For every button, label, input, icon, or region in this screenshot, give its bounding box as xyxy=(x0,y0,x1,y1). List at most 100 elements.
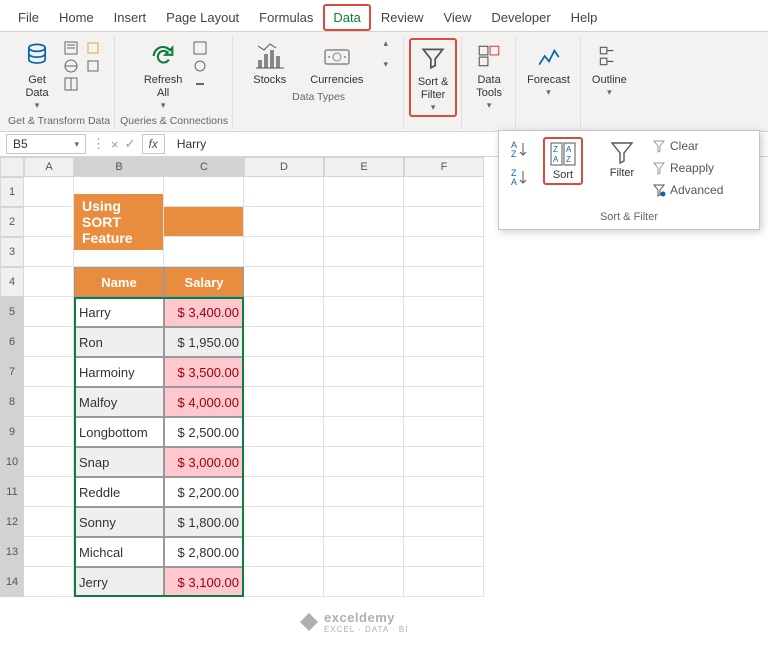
tab-insert[interactable]: Insert xyxy=(104,4,157,31)
column-header[interactable]: D xyxy=(244,157,324,177)
row-header[interactable]: 7 xyxy=(0,357,24,387)
cell[interactable] xyxy=(74,237,164,267)
row-header[interactable]: 9 xyxy=(0,417,24,447)
properties-icon[interactable] xyxy=(192,58,208,74)
cell[interactable]: Malfoy xyxy=(74,387,164,417)
cell[interactable]: Harry xyxy=(74,297,164,327)
cell[interactable] xyxy=(404,177,484,207)
cell[interactable] xyxy=(324,537,404,567)
tab-formulas[interactable]: Formulas xyxy=(249,4,323,31)
cell[interactable] xyxy=(24,177,74,207)
cell[interactable] xyxy=(404,447,484,477)
cell[interactable]: Snap xyxy=(74,447,164,477)
cell[interactable] xyxy=(324,207,404,237)
cell[interactable] xyxy=(244,237,324,267)
currencies-button[interactable]: Currencies xyxy=(304,38,369,89)
sort-desc-button[interactable]: ZA xyxy=(505,165,537,189)
column-header[interactable]: C xyxy=(164,157,244,177)
cell[interactable] xyxy=(24,537,74,567)
edit-links-icon[interactable] xyxy=(192,76,208,92)
cell[interactable] xyxy=(404,267,484,297)
cell[interactable] xyxy=(404,387,484,417)
row-header[interactable]: 14 xyxy=(0,567,24,597)
column-header[interactable]: B xyxy=(74,157,164,177)
cell[interactable]: Jerry xyxy=(74,567,164,597)
name-box[interactable]: B5▾ xyxy=(6,134,86,154)
stocks-button[interactable]: Stocks xyxy=(247,38,292,89)
tab-developer[interactable]: Developer xyxy=(481,4,560,31)
sort-asc-button[interactable]: AZ xyxy=(505,137,537,161)
existing-conn-icon[interactable] xyxy=(85,58,101,74)
row-header[interactable]: 4 xyxy=(0,267,24,297)
cell[interactable] xyxy=(324,267,404,297)
cell[interactable] xyxy=(164,207,244,237)
cell[interactable] xyxy=(244,417,324,447)
filter-button[interactable]: Filter xyxy=(604,137,640,181)
cell[interactable]: Ron xyxy=(74,327,164,357)
cell[interactable] xyxy=(404,477,484,507)
cell[interactable] xyxy=(244,177,324,207)
cell[interactable] xyxy=(324,327,404,357)
cell[interactable] xyxy=(244,297,324,327)
tab-file[interactable]: File xyxy=(8,4,49,31)
row-header[interactable]: 2 xyxy=(0,207,24,237)
cell[interactable] xyxy=(244,507,324,537)
tab-home[interactable]: Home xyxy=(49,4,104,31)
cell[interactable]: $ 3,000.00 xyxy=(164,447,244,477)
cell[interactable] xyxy=(404,297,484,327)
sort-filter-button[interactable]: Sort & Filter ▾ xyxy=(409,38,457,117)
cell[interactable] xyxy=(24,567,74,597)
cell[interactable] xyxy=(324,447,404,477)
row-header[interactable]: 10 xyxy=(0,447,24,477)
tab-view[interactable]: View xyxy=(433,4,481,31)
scroll-down-icon[interactable]: ▾ xyxy=(383,59,388,70)
clear-button[interactable]: Clear xyxy=(646,137,705,155)
cell[interactable] xyxy=(24,507,74,537)
cell[interactable]: Longbottom xyxy=(74,417,164,447)
recent-sources-icon[interactable] xyxy=(85,40,101,56)
cell[interactable] xyxy=(24,237,74,267)
get-data-button[interactable]: Get Data ▾ xyxy=(15,38,59,113)
data-tools-button[interactable]: Data Tools ▾ xyxy=(467,38,511,113)
cell[interactable] xyxy=(24,417,74,447)
cell[interactable] xyxy=(404,507,484,537)
row-header[interactable]: 6 xyxy=(0,327,24,357)
cell[interactable]: $ 3,500.00 xyxy=(164,357,244,387)
row-header[interactable]: 5 xyxy=(0,297,24,327)
cell[interactable] xyxy=(324,297,404,327)
select-all-corner[interactable] xyxy=(0,157,24,177)
cell[interactable] xyxy=(324,387,404,417)
cell[interactable] xyxy=(404,567,484,597)
cell[interactable]: $ 4,000.00 xyxy=(164,387,244,417)
from-text-icon[interactable] xyxy=(63,40,79,56)
cell[interactable] xyxy=(244,357,324,387)
cell[interactable]: Sonny xyxy=(74,507,164,537)
cell[interactable] xyxy=(244,327,324,357)
cell[interactable]: Name xyxy=(74,267,164,297)
cell[interactable] xyxy=(404,357,484,387)
cell[interactable]: Harmoiny xyxy=(74,357,164,387)
cell[interactable]: Salary xyxy=(164,267,244,297)
row-header[interactable]: 3 xyxy=(0,237,24,267)
cell[interactable] xyxy=(404,237,484,267)
row-header[interactable]: 1 xyxy=(0,177,24,207)
column-header[interactable]: F xyxy=(404,157,484,177)
cell[interactable] xyxy=(324,177,404,207)
cell[interactable] xyxy=(404,327,484,357)
forecast-button[interactable]: Forecast ▾ xyxy=(521,38,576,100)
cell[interactable] xyxy=(24,387,74,417)
tab-help[interactable]: Help xyxy=(561,4,608,31)
cell[interactable] xyxy=(404,207,484,237)
fx-icon[interactable]: fx xyxy=(142,134,165,154)
tab-data[interactable]: Data xyxy=(323,4,370,31)
cell[interactable] xyxy=(324,567,404,597)
cell[interactable] xyxy=(24,447,74,477)
cell[interactable]: $ 2,200.00 xyxy=(164,477,244,507)
cell[interactable] xyxy=(404,417,484,447)
cell[interactable] xyxy=(244,387,324,417)
cell[interactable] xyxy=(324,237,404,267)
queries-icon[interactable] xyxy=(192,40,208,56)
row-header[interactable]: 13 xyxy=(0,537,24,567)
advanced-button[interactable]: Advanced xyxy=(646,181,729,199)
cell[interactable]: Michcal xyxy=(74,537,164,567)
